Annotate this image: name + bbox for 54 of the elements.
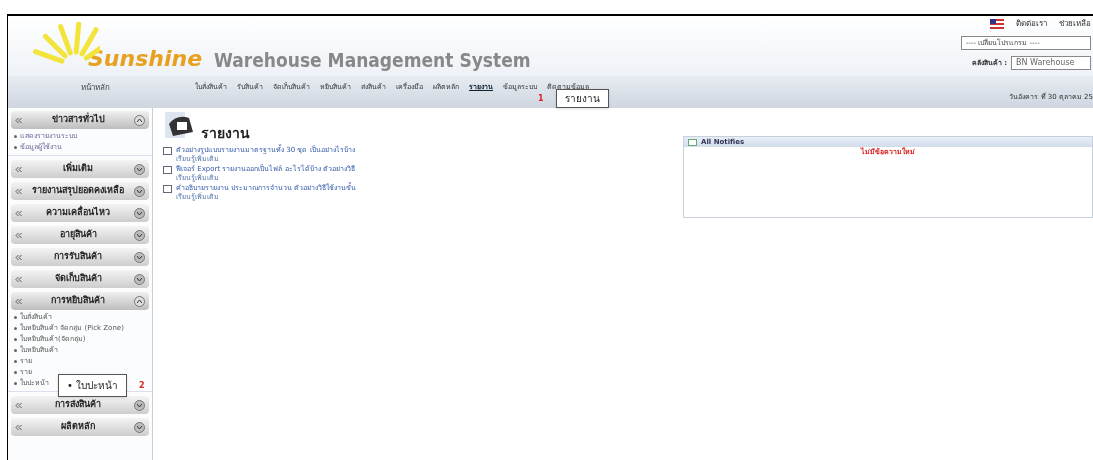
header-link[interactable]: ติดต่อเรา (1016, 18, 1047, 30)
callout-label: • ใบปะหน้า (58, 374, 128, 397)
callout-label: รายงาน (555, 89, 609, 108)
sidebar-section-header[interactable]: จัดเก็บสินค้า (11, 270, 149, 288)
sidebar-section-header[interactable]: การส่งสินค้า (11, 396, 149, 414)
header-link[interactable]: ช่วยเหลือ (1059, 18, 1091, 30)
document-icon (163, 166, 172, 174)
bullet-icon (14, 360, 17, 363)
sidebar-section-header[interactable]: ผลิตหลัก (11, 418, 149, 436)
sidebar-section-header[interactable]: ข่าวสารทั่วไป (11, 111, 149, 129)
home-link[interactable]: หน้าหลัก (8, 82, 183, 94)
toggle-icon (134, 185, 145, 197)
sidebar-section-header[interactable]: การหยิบสินค้า (11, 292, 149, 310)
brand-logo: Sunshine (88, 48, 203, 70)
double-chevron-icon (15, 275, 22, 283)
bullet-icon (14, 327, 17, 330)
double-chevron-icon (15, 187, 22, 195)
sidebar-section-header[interactable]: เพิ่มเติม (11, 160, 149, 178)
bullet-icon (14, 146, 17, 149)
toggle-icon (134, 251, 145, 263)
callout-number: 1 (538, 92, 544, 105)
bullet-icon (14, 371, 17, 374)
bullet-icon (14, 316, 17, 319)
flag-icon (990, 19, 1004, 29)
double-chevron-icon (15, 423, 22, 431)
bullet-icon (14, 349, 17, 352)
double-chevron-icon (15, 116, 22, 124)
toggle-icon (134, 114, 145, 126)
double-chevron-icon (15, 253, 22, 261)
document-icon (163, 147, 172, 155)
double-chevron-icon (15, 297, 22, 305)
sidebar-section-header[interactable]: อายุสินค้า (11, 226, 149, 244)
callout-number: 2 (139, 379, 145, 392)
bullet-icon (14, 382, 17, 385)
warehouse-select[interactable]: BN Warehouse (1011, 56, 1091, 70)
toggle-icon (134, 421, 145, 433)
sidebar-section-header[interactable]: การรับสินค้า (11, 248, 149, 266)
bullet-icon (14, 135, 17, 138)
toggle-icon (134, 399, 145, 411)
toggle-icon (134, 163, 145, 175)
document-icon (163, 185, 172, 193)
toggle-icon (134, 229, 145, 241)
sidebar-section-header[interactable]: ความเคลื่อนไหว (11, 204, 149, 222)
toggle-icon (134, 207, 145, 219)
page-title: รายงาน (201, 126, 250, 140)
double-chevron-icon (15, 165, 22, 173)
sidebar-section-header[interactable]: รายงานสรุปยอดคงเหลือ (11, 182, 149, 200)
bullet-icon (14, 338, 17, 341)
app-title: Warehouse Management System (214, 51, 531, 70)
toggle-icon (134, 295, 145, 307)
double-chevron-icon (15, 231, 22, 239)
double-chevron-icon (15, 401, 22, 409)
toggle-icon (134, 273, 145, 285)
double-chevron-icon (15, 209, 22, 217)
